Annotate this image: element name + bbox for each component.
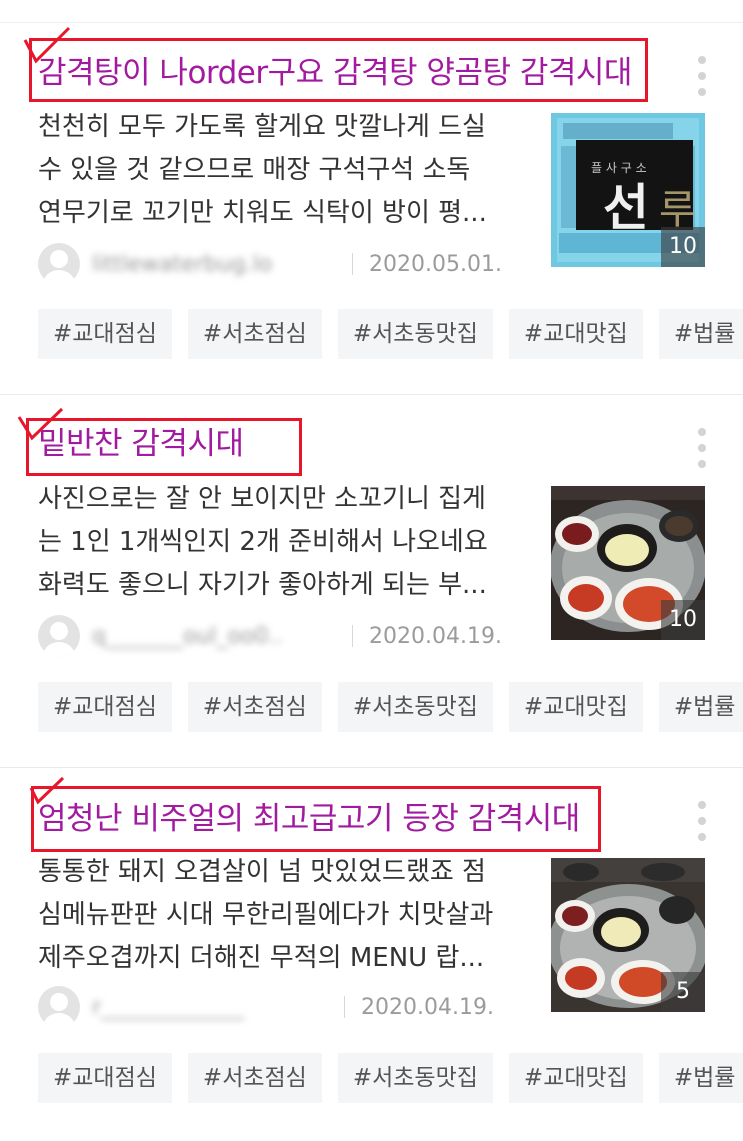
post-date: 2020.04.19. (361, 994, 494, 1020)
tag-chip[interactable]: #서초점심 (187, 309, 322, 359)
tag-chip[interactable]: #법률 (658, 682, 743, 732)
tag-chip[interactable]: #법률 (658, 309, 743, 359)
more-options-button[interactable] (692, 801, 712, 841)
post-excerpt[interactable]: 천천히 모두 가도록 할게요 맛깔나게 드실 수 있을 것 같으므로 매장 구석… (38, 106, 518, 235)
svg-text:플 사 구 소: 플 사 구 소 (591, 161, 647, 175)
excerpt-line: 연무기로 꼬기만 치워도 식탁이 방이 평... (38, 198, 487, 228)
svg-text:선: 선 (603, 178, 649, 237)
post-meta: q_______oul_oo0.. 2020.04.19. (38, 614, 502, 658)
more-options-button[interactable] (692, 428, 712, 468)
annotation-box (29, 38, 648, 102)
post-date: 2020.05.01. (369, 251, 502, 277)
excerpt-line: 심메뉴판판 시대 무한리필에다가 치맛살과 (38, 900, 494, 930)
annotation-box (26, 418, 302, 476)
avatar-placeholder-icon[interactable] (38, 615, 80, 657)
tag-chip[interactable]: #교대맛집 (508, 1053, 643, 1103)
post-card[interactable]: 엄청난 비주얼의 최고급고기 등장 감격시대 통통한 돼지 오겹살이 넘 맛있었… (0, 769, 743, 1141)
post-thumbnail[interactable]: 5 (551, 858, 705, 1012)
check-annotation-icon (23, 26, 71, 64)
tag-chip[interactable]: #서초동맛집 (337, 1053, 493, 1103)
excerpt-line: 천천히 모두 가도록 할게요 맛깔나게 드실 (38, 112, 486, 142)
tag-chip[interactable]: #서초동맛집 (337, 309, 493, 359)
excerpt-line: 수 있을 것 같으므로 매장 구석구석 소독 (38, 155, 471, 185)
tag-chip[interactable]: #서초점심 (187, 682, 322, 732)
tag-chip[interactable]: #교대점심 (38, 682, 172, 732)
post-thumbnail[interactable]: 10 (551, 486, 705, 640)
avatar-placeholder-icon[interactable] (38, 986, 80, 1028)
post-thumbnail[interactable]: 플 사 구 소 선 루 10 (551, 113, 705, 267)
post-excerpt[interactable]: 통통한 돼지 오겹살이 넘 맛있었드랬죠 점 심메뉴판판 시대 무한리필에다가 … (38, 851, 518, 980)
tag-chip[interactable]: #교대점심 (38, 309, 172, 359)
photo-count-badge: 10 (661, 600, 705, 640)
more-vertical-icon (698, 801, 706, 809)
check-annotation-icon (29, 776, 65, 805)
author-name[interactable]: r_____________ (92, 995, 322, 1020)
avatar-placeholder-icon[interactable] (38, 243, 80, 285)
excerpt-line: 화력도 좋으니 자기가 좋아하게 되는 부... (38, 570, 487, 600)
card-divider (0, 394, 743, 395)
post-excerpt[interactable]: 사진으로는 잘 안 보이지만 소꼬기니 집게 는 1인 1개씩인지 2개 준비해… (38, 478, 518, 607)
card-divider (0, 767, 743, 768)
tag-chip[interactable]: #법률 (658, 1053, 743, 1103)
post-card[interactable]: 감격탕이 나order구요 감격탕 양곰탕 감격시대 천천히 모두 가도록 할게… (0, 23, 743, 395)
meta-divider (352, 253, 353, 275)
author-name[interactable]: littlewaterbug.lo (92, 252, 330, 277)
more-vertical-icon (698, 428, 706, 436)
annotation-box (31, 786, 601, 852)
tag-chip[interactable]: #교대맛집 (508, 682, 643, 732)
photo-count-badge: 5 (661, 972, 705, 1012)
post-card[interactable]: 밑반찬 감격시대 사진으로는 잘 안 보이지만 소꼬기니 집게 는 1인 1개씩… (0, 396, 743, 768)
check-annotation-icon (17, 407, 64, 441)
tag-list: #교대점심 #서초점심 #서초동맛집 #교대맛집 #법률 (38, 682, 743, 734)
post-date: 2020.04.19. (369, 623, 502, 649)
photo-count-badge: 10 (661, 227, 705, 267)
tag-chip[interactable]: #서초동맛집 (337, 682, 493, 732)
more-vertical-icon (698, 56, 706, 64)
excerpt-line: 제주오겹까지 더해진 무적의 MENU 랍... (38, 943, 485, 973)
tag-list: #교대점심 #서초점심 #서초동맛집 #교대맛집 #법률 (38, 309, 743, 361)
post-meta: r_____________ 2020.04.19. (38, 985, 494, 1029)
excerpt-line: 통통한 돼지 오겹살이 넘 맛있었드랬죠 점 (38, 857, 486, 887)
tag-chip[interactable]: #교대점심 (38, 1053, 172, 1103)
excerpt-line: 사진으로는 잘 안 보이지만 소꼬기니 집게 (38, 484, 486, 514)
meta-divider (344, 996, 345, 1018)
excerpt-line: 는 1인 1개씩인지 2개 준비해서 나오네요 (38, 527, 488, 557)
tag-chip[interactable]: #서초점심 (187, 1053, 322, 1103)
more-options-button[interactable] (692, 56, 712, 96)
author-name[interactable]: q_______oul_oo0.. (92, 624, 330, 649)
post-meta: littlewaterbug.lo 2020.05.01. (38, 242, 502, 286)
tag-list: #교대점심 #서초점심 #서초동맛집 #교대맛집 #법률 (38, 1053, 743, 1105)
meta-divider (352, 625, 353, 647)
tag-chip[interactable]: #교대맛집 (508, 309, 643, 359)
